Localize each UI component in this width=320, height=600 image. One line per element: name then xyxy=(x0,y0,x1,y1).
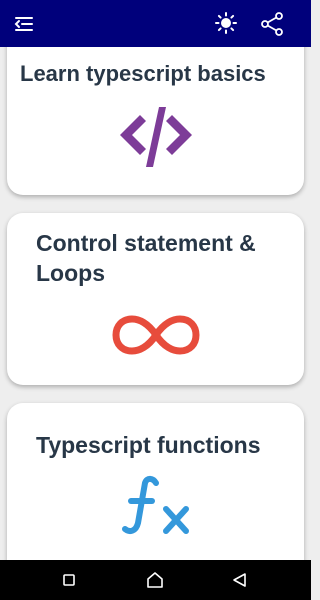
topic-card-functions[interactable]: Typescript functions xyxy=(7,403,304,560)
app-bar xyxy=(0,0,311,47)
system-nav-bar xyxy=(0,560,311,600)
function-icon xyxy=(120,475,194,537)
back-icon[interactable] xyxy=(230,570,250,590)
share-icon[interactable] xyxy=(259,11,285,37)
menu-open-icon[interactable] xyxy=(12,12,36,36)
card-title: Typescript functions xyxy=(36,432,261,458)
card-title: Learn typescript basics xyxy=(20,61,266,86)
code-icon xyxy=(120,107,192,167)
card-title: Control statement & Loops xyxy=(36,230,256,286)
recent-apps-icon[interactable] xyxy=(59,570,79,590)
topic-card-typescript-basics[interactable]: Learn typescript basics xyxy=(7,47,304,195)
topic-list[interactable]: Learn typescript basics Control statemen… xyxy=(0,47,311,560)
topic-card-control-loops[interactable]: Control statement & Loops xyxy=(7,213,304,385)
infinity-icon xyxy=(111,314,201,356)
home-icon[interactable] xyxy=(145,570,165,590)
brightness-icon[interactable] xyxy=(214,11,238,35)
